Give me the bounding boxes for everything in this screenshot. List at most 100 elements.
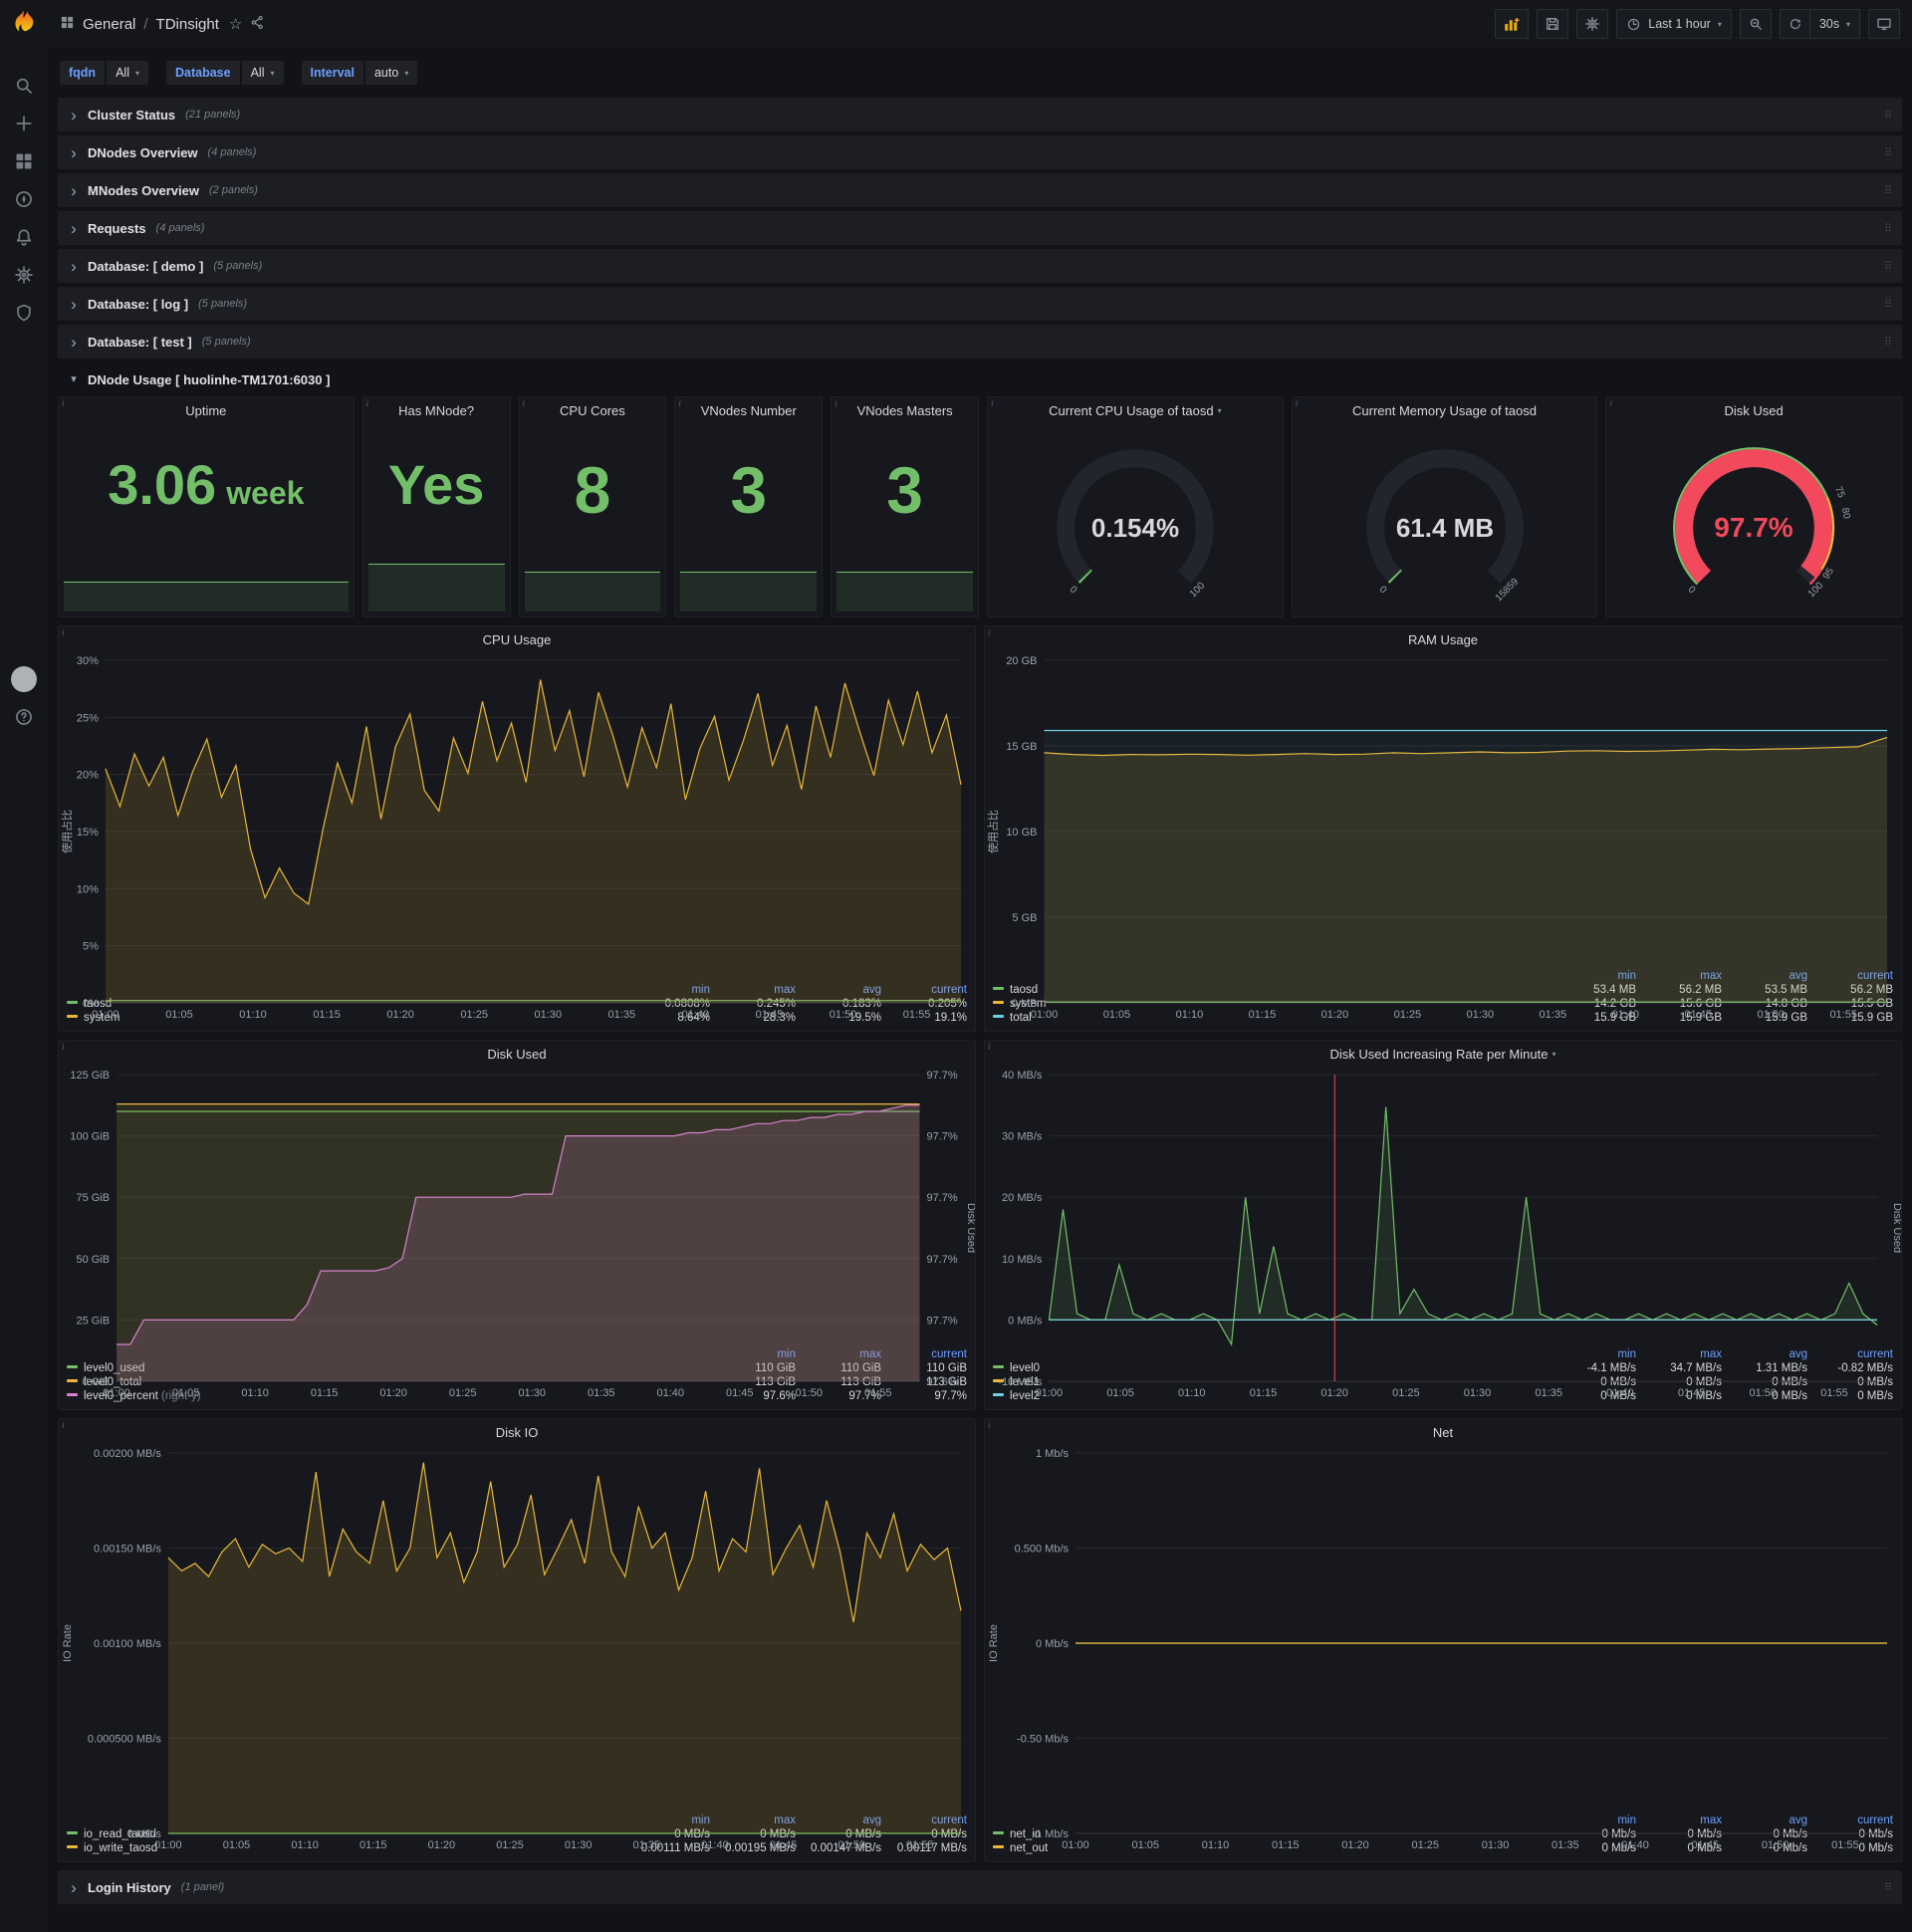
svg-text:01:00: 01:00 — [154, 1839, 182, 1851]
svg-text:01:50: 01:50 — [837, 1839, 865, 1851]
panel-info-icon[interactable]: i — [988, 627, 991, 637]
dashboard-settings-button[interactable] — [1576, 9, 1609, 39]
refresh-button[interactable] — [1779, 9, 1810, 39]
dashboard-title[interactable]: TDinsight — [156, 16, 219, 33]
row-drag-handle[interactable]: ⠿ — [1884, 298, 1892, 311]
variable-value-dropdown[interactable]: All ▾ — [107, 61, 148, 85]
svg-text:01:35: 01:35 — [588, 1387, 615, 1399]
panel-info-icon[interactable]: i — [835, 398, 837, 408]
variable-value-dropdown[interactable]: auto ▾ — [364, 61, 418, 85]
panel-title[interactable]: CPU Usage — [59, 626, 975, 652]
row-database-demo[interactable]: › Database: [ demo ] (5 panels) ⠿ — [58, 249, 1902, 283]
panel-title[interactable]: Net — [985, 1419, 1901, 1445]
svg-text:Disk Used: Disk Used — [965, 1203, 975, 1253]
panel-info-icon[interactable]: i — [62, 1420, 65, 1430]
admin-shield-icon[interactable] — [0, 294, 48, 332]
panel-title[interactable]: CPU Cores — [520, 397, 666, 423]
row-drag-handle[interactable]: ⠿ — [1884, 184, 1892, 197]
panel-info-icon[interactable]: i — [366, 398, 369, 408]
refresh-interval-select[interactable]: 30s ▾ — [1809, 9, 1860, 39]
row-drag-handle[interactable]: ⠿ — [1884, 146, 1892, 159]
row-mnodes-overview[interactable]: › MNodes Overview (2 panels) ⠿ — [58, 173, 1902, 207]
panel-info-icon[interactable]: i — [62, 398, 65, 408]
row-collapse-icon: › — [71, 256, 77, 276]
search-icon[interactable] — [0, 67, 48, 105]
svg-text:01:00: 01:00 — [92, 1009, 120, 1021]
main-area: General / TDinsight ☆ Last 1 hour ▾ 30s … — [48, 0, 1912, 1932]
panel-info-icon[interactable]: i — [523, 398, 526, 408]
disk-rate-plot[interactable]: 40 MB/s 30 MB/s 20 MB/s 10 MB/s 0 MB/s -10 MB… — [985, 1067, 1903, 1399]
svg-text:01:30: 01:30 — [565, 1839, 593, 1851]
row-drag-handle[interactable]: ⠿ — [1884, 336, 1892, 349]
panel-title[interactable]: Disk IO — [59, 1419, 975, 1445]
panel-info-icon[interactable]: i — [678, 398, 681, 408]
row-database-test[interactable]: › Database: [ test ] (5 panels) ⠿ — [58, 325, 1902, 359]
ram-usage-plot[interactable]: 20 GB 15 GB 10 GB 5 GB 0 MB 01:00 01:05 01:10 01… — [985, 652, 1901, 1021]
share-icon[interactable] — [250, 15, 265, 34]
svg-text:01:20: 01:20 — [379, 1387, 407, 1399]
stat-panel-row: i Uptime 3.06 week i Has MNode? Yes i CP… — [58, 396, 1902, 617]
disk-used-gauge: 0 75 80 95 100 97.7% — [1606, 423, 1901, 616]
panel-info-icon[interactable]: i — [988, 1420, 991, 1430]
row-drag-handle[interactable]: ⠿ — [1884, 109, 1892, 121]
disk-io-plot[interactable]: 0.00200 MB/s 0.00150 MB/s 0.00100 MB/s 0.00… — [59, 1445, 975, 1851]
dashboards-icon[interactable] — [0, 142, 48, 180]
row-requests[interactable]: › Requests (4 panels) ⠿ — [58, 211, 1902, 245]
row-drag-handle[interactable]: ⠿ — [1884, 222, 1892, 235]
variable-value-dropdown[interactable]: All ▾ — [241, 61, 284, 85]
panel-info-icon[interactable]: i — [991, 398, 994, 408]
help-icon[interactable] — [0, 698, 48, 736]
row-drag-handle[interactable]: ⠿ — [1884, 1881, 1892, 1894]
row-dnodes-overview[interactable]: › DNodes Overview (4 panels) ⠿ — [58, 135, 1902, 169]
explore-compass-icon[interactable] — [0, 180, 48, 218]
panel-info-icon[interactable]: i — [62, 627, 65, 637]
panel-title[interactable]: Disk Used — [1606, 397, 1901, 423]
variable-label[interactable]: fqdn — [60, 61, 106, 85]
panel-current-memory-gauge: i Current Memory Usage of taosd 0 15859 61… — [1291, 396, 1598, 617]
save-dashboard-button[interactable] — [1537, 9, 1569, 39]
svg-text:97.7%: 97.7% — [1715, 512, 1793, 543]
panel-title[interactable]: Has MNode? — [363, 397, 510, 423]
row-cluster-status[interactable]: › Cluster Status (21 panels) ⠿ — [58, 98, 1902, 131]
row-login-history[interactable]: › Login History (1 panel) ⠿ — [58, 1870, 1902, 1904]
panel-title[interactable]: VNodes Masters — [832, 397, 978, 423]
time-picker-button[interactable]: Last 1 hour ▾ — [1616, 9, 1732, 39]
panel-title[interactable]: Current CPU Usage of taosd ▾ — [988, 397, 1283, 423]
panel-title[interactable]: Uptime — [59, 397, 354, 423]
panel-title[interactable]: VNodes Number — [675, 397, 822, 423]
breadcrumb-folder[interactable]: General — [83, 16, 135, 33]
cpu-usage-plot[interactable]: 30% 25% 20% 15% 10% 5% 0% 01:00 01:05 01:10 01:15 0… — [59, 652, 975, 1021]
disk-used-plot[interactable]: 125 GiB 100 GiB 75 GiB 50 GiB 25 GiB 0 GiB 97.… — [59, 1067, 977, 1399]
panel-info-icon[interactable]: i — [988, 1042, 991, 1052]
user-avatar[interactable] — [0, 660, 48, 698]
svg-text:20 MB/s: 20 MB/s — [1002, 1192, 1043, 1204]
net-plot[interactable]: 1 Mb/s 0.500 Mb/s 0 Mb/s -0.50 Mb/s -1 Mb/s 0… — [985, 1445, 1901, 1851]
svg-text:0 MB/s: 0 MB/s — [1008, 1315, 1043, 1327]
panel-title[interactable]: Disk Used Increasing Rate per Minute ▾ — [985, 1041, 1901, 1067]
tv-mode-button[interactable] — [1868, 9, 1900, 39]
row-database-log[interactable]: › Database: [ log ] (5 panels) ⠿ — [58, 287, 1902, 321]
svg-text:使用占比: 使用占比 — [986, 810, 1000, 853]
add-panel-button[interactable] — [1495, 9, 1530, 39]
panel-info-icon[interactable]: i — [62, 1042, 65, 1052]
panel-vnodes-number: i VNodes Number 3 — [674, 396, 824, 617]
zoom-out-button[interactable] — [1739, 9, 1772, 39]
panel-info-icon[interactable]: i — [1609, 398, 1612, 408]
grafana-logo-icon[interactable] — [10, 8, 38, 41]
configuration-gear-icon[interactable] — [0, 256, 48, 294]
svg-text:01:55: 01:55 — [906, 1839, 934, 1851]
panel-info-icon[interactable]: i — [1296, 398, 1299, 408]
panel-title[interactable]: RAM Usage — [985, 626, 1901, 652]
create-plus-icon[interactable] — [0, 105, 48, 142]
row-drag-handle[interactable]: ⠿ — [1884, 260, 1892, 273]
panel-title[interactable]: Current Memory Usage of taosd — [1293, 397, 1597, 423]
variable-label[interactable]: Database — [166, 61, 240, 85]
panel-title[interactable]: Disk Used — [59, 1041, 975, 1067]
row-dnode-usage[interactable]: ▾ DNode Usage [ huolinhe-TM1701:6030 ] — [58, 362, 1902, 396]
alerting-bell-icon[interactable] — [0, 218, 48, 256]
svg-text:20%: 20% — [77, 770, 99, 782]
sparkline — [524, 572, 661, 611]
favorite-star-icon[interactable]: ☆ — [229, 15, 242, 33]
svg-text:01:05: 01:05 — [223, 1839, 251, 1851]
variable-label[interactable]: Interval — [301, 61, 363, 85]
